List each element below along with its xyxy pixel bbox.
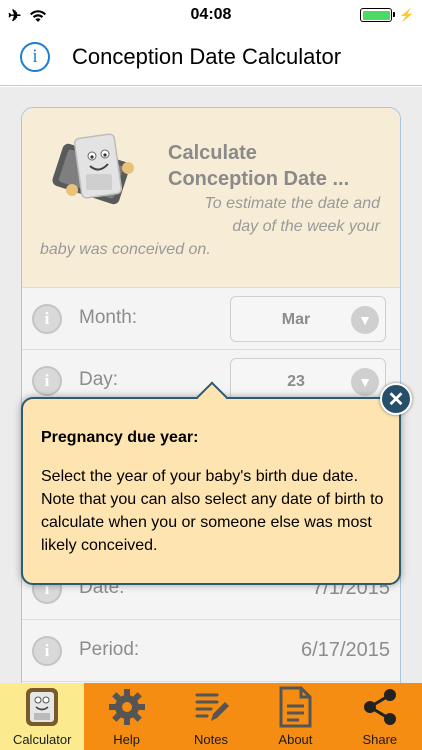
month-label: Month: xyxy=(79,307,138,328)
header-subtitle-line1: To estimate the date and xyxy=(204,195,380,212)
close-icon: ✕ xyxy=(387,388,405,411)
day-label: Day: xyxy=(79,369,119,390)
help-popover: Pregnancy due year: Select the year of y… xyxy=(21,381,401,585)
tab-share-label: Share xyxy=(362,732,398,747)
popover-title: Pregnancy due year: xyxy=(41,429,199,446)
tab-bar: Calculator Help Notes About Share xyxy=(0,683,422,750)
header-title: Calculate Conception Date ... xyxy=(168,140,349,192)
header-subtitle-line2: day of the week your xyxy=(232,218,380,235)
period-row: i Period: 6/17/2015 xyxy=(22,620,400,682)
navigation-bar: i Conception Date Calculator xyxy=(0,30,422,86)
tab-notes-label: Notes xyxy=(194,732,228,747)
charging-icon: ⚡ xyxy=(399,8,414,22)
tab-about-label: About xyxy=(278,732,313,747)
tab-help-label: Help xyxy=(113,732,140,747)
month-row: i Month: Mar ▼ xyxy=(22,288,400,350)
month-select[interactable]: Mar ▼ xyxy=(230,296,386,342)
day-value: 23 xyxy=(287,373,305,390)
status-left: ✈ xyxy=(8,6,47,26)
document-icon xyxy=(273,685,317,729)
tab-calculator-label: Calculator xyxy=(12,732,72,747)
card-header: Calculate Conception Date ... To estimat… xyxy=(22,108,400,288)
chevron-down-icon: ▼ xyxy=(351,306,379,334)
wifi-icon xyxy=(30,10,47,22)
popover-text: Select the year of your baby's birth due… xyxy=(41,468,384,554)
status-right: ⚡ xyxy=(360,8,414,22)
tab-share[interactable]: Share xyxy=(338,683,422,750)
day-info-icon[interactable]: i xyxy=(32,366,62,396)
info-button[interactable]: i xyxy=(20,42,50,72)
status-bar: ✈ 04:08 ⚡ xyxy=(0,0,422,30)
period-label: Period: xyxy=(79,639,140,660)
header-subtitle-line3: baby was conceived on. xyxy=(40,241,211,258)
period-value: 6/17/2015 xyxy=(301,639,390,661)
airplane-icon: ✈ xyxy=(8,8,22,25)
status-time: 04:08 xyxy=(190,6,232,23)
calculator-icon xyxy=(20,685,64,729)
page-title: Conception Date Calculator xyxy=(72,44,342,69)
header-title-line2: Conception Date ... xyxy=(168,168,350,190)
tab-calculator[interactable]: Calculator xyxy=(0,683,85,750)
gear-icon xyxy=(105,685,149,729)
tab-help[interactable]: Help xyxy=(84,683,168,750)
tab-about[interactable]: About xyxy=(253,683,337,750)
battery-icon xyxy=(360,8,396,22)
month-info-icon[interactable]: i xyxy=(32,304,62,334)
tab-notes[interactable]: Notes xyxy=(169,683,253,750)
header-title-line1: Calculate xyxy=(168,142,257,164)
header-subtitle: To estimate the date and day of the week… xyxy=(40,192,380,261)
chevron-down-icon: ▼ xyxy=(351,368,379,396)
share-icon xyxy=(358,685,402,729)
period-info-icon[interactable]: i xyxy=(32,636,62,666)
close-popover-button[interactable]: ✕ xyxy=(380,383,412,415)
notes-icon xyxy=(189,685,233,729)
info-icon: i xyxy=(32,46,38,67)
month-value: Mar xyxy=(281,311,311,328)
